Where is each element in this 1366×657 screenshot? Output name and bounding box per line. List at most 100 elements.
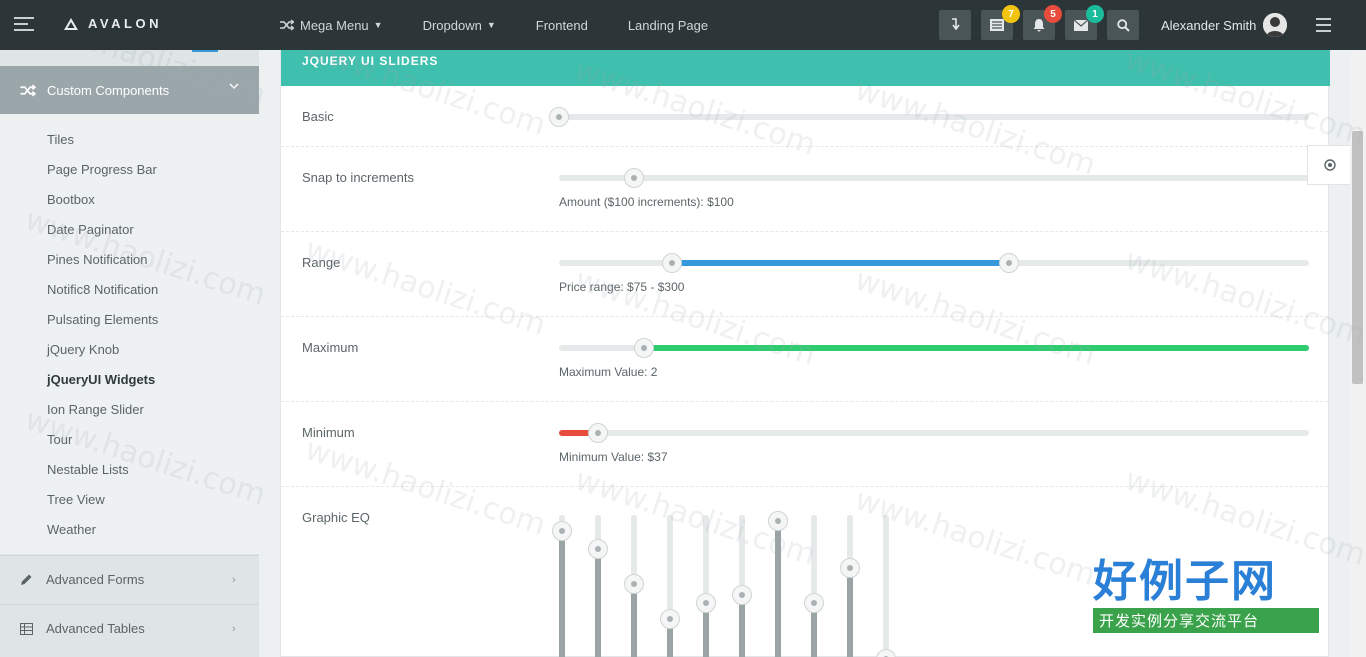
submenu-item-date-paginator[interactable]: Date Paginator (47, 222, 134, 237)
envelope-icon (1074, 19, 1088, 31)
tasks-icon (990, 19, 1004, 31)
watermark-brand-small: 开发实例分享交流平台 (1093, 608, 1319, 633)
menu-mega-menu[interactable]: Mega Menu ▼ (280, 18, 383, 33)
minimum-caption: Minimum Value: $37 (559, 450, 668, 464)
tasks-button[interactable]: 7 (981, 5, 1020, 40)
submenu-item-tiles[interactable]: Tiles (47, 132, 74, 147)
menu-landing-page[interactable]: Landing Page (628, 18, 708, 33)
range-slider-row: Range Price range: $75 - $300 (281, 232, 1328, 317)
eq-label: Graphic EQ (302, 510, 370, 525)
eq-slider-handle[interactable] (804, 593, 824, 613)
top-menu: Mega Menu ▼ Dropdown ▼ Frontend Landing Pa… (280, 0, 748, 50)
avatar (1263, 13, 1288, 37)
eq-slider-handle[interactable] (768, 511, 788, 532)
search-button[interactable] (1107, 10, 1139, 40)
basic-slider-row: Basic (281, 86, 1328, 147)
eq-slider-3[interactable] (624, 515, 644, 657)
eq-slider-4[interactable] (660, 515, 680, 657)
eq-slider-1[interactable] (552, 515, 572, 657)
menu-dropdown[interactable]: Dropdown ▼ (423, 18, 496, 33)
eq-slider-5[interactable] (696, 515, 716, 657)
sidebar-item-advanced-forms[interactable]: Advanced Forms › (0, 555, 259, 603)
submenu-item-page-progress-bar[interactable]: Page Progress Bar (47, 162, 157, 177)
nav-icon-group: 7 5 1 (939, 5, 1149, 40)
submenu-item-tour[interactable]: Tour (47, 432, 72, 447)
eq-slider-handle[interactable] (624, 573, 644, 594)
submenu-item-weather[interactable]: Weather (47, 522, 96, 537)
brand-logo[interactable]: AVALON (64, 16, 162, 31)
search-icon (1116, 18, 1130, 32)
submenu-item-ion-range-slider[interactable]: Ion Range Slider (47, 402, 144, 417)
snap-caption: Amount ($100 increments): $100 (559, 195, 734, 209)
eq-slider-handle[interactable] (588, 538, 608, 559)
eq-slider-10[interactable] (876, 515, 896, 657)
range-label: Range (302, 255, 341, 270)
chevron-down-icon: ▼ (373, 20, 383, 30)
range-slider-track[interactable] (559, 253, 1309, 273)
menu-toggle-icon[interactable] (14, 17, 34, 33)
eq-slider-7[interactable] (768, 511, 788, 657)
submenu-item-jqueryui-widgets[interactable]: jQueryUI Widgets (47, 372, 155, 387)
user-avatar-icon (1263, 13, 1288, 37)
page-scrollbar-thumb[interactable] (1352, 131, 1363, 384)
menu-frontend[interactable]: Frontend (536, 18, 588, 33)
maximum-slider-track[interactable] (559, 338, 1309, 358)
eq-slider-9[interactable] (840, 515, 860, 657)
settings-tab[interactable] (1307, 145, 1351, 185)
eq-slider-fill (631, 583, 637, 657)
messages-badge: 1 (1086, 5, 1104, 23)
table-icon (20, 622, 33, 635)
minimum-slider-track[interactable] (559, 423, 1309, 443)
eq-slider-handle[interactable] (840, 557, 860, 578)
graphic-eq (552, 511, 919, 657)
eq-slider-2[interactable] (588, 515, 608, 657)
maximum-slider-fill (643, 345, 1309, 351)
basic-slider-handle[interactable] (549, 107, 569, 127)
minimum-slider-row: Minimum Minimum Value: $37 (281, 402, 1328, 487)
snap-slider-track[interactable] (559, 168, 1309, 188)
submenu-item-tree-view[interactable]: Tree View (47, 492, 105, 507)
range-slider-handle-low[interactable] (661, 253, 682, 273)
avalon-logo-icon (64, 17, 78, 30)
right-panel-toggle-icon[interactable] (1316, 18, 1331, 36)
pencil-icon (21, 574, 32, 585)
basic-label: Basic (302, 109, 334, 124)
maximum-slider-handle[interactable] (633, 338, 654, 358)
submenu-item-notific8-notification[interactable]: Notific8 Notification (47, 282, 158, 297)
eq-slider-6[interactable] (732, 515, 752, 657)
submenu-item-bootbox[interactable]: Bootbox (47, 192, 95, 207)
sidebar-item-advanced-tables[interactable]: Advanced Tables › (0, 604, 259, 652)
eq-slider-handle[interactable] (660, 609, 680, 629)
eq-slider-fill (847, 567, 853, 657)
messages-button[interactable]: 1 (1065, 5, 1104, 40)
submenu-item-nestable-lists[interactable]: Nestable Lists (47, 462, 129, 477)
submenu: Tiles Page Progress Bar Bootbox Date Pag… (0, 114, 259, 554)
snap-slider-row: Snap to increments Amount ($100 incremen… (281, 147, 1328, 232)
chevron-down-icon (229, 83, 239, 89)
eq-slider-handle[interactable] (876, 649, 896, 657)
shuffle-icon (20, 83, 36, 97)
eq-slider-8[interactable] (804, 515, 824, 657)
notifications-button[interactable]: 5 (1023, 5, 1062, 40)
snap-label: Snap to increments (302, 170, 415, 185)
user-menu[interactable]: Alexander Smith (1161, 0, 1288, 50)
submenu-item-pines-notification[interactable]: Pines Notification (47, 252, 147, 267)
chevron-down-icon: ▼ (486, 20, 496, 30)
maximum-caption: Maximum Value: 2 (559, 365, 658, 379)
submenu-item-pulsating-elements[interactable]: Pulsating Elements (47, 312, 158, 327)
eq-slider-handle[interactable] (696, 593, 716, 613)
eq-slider-handle[interactable] (732, 585, 752, 605)
chevron-right-icon: › (232, 573, 236, 586)
range-slider-handle-high[interactable] (999, 253, 1019, 273)
minimum-slider-handle[interactable] (588, 423, 608, 443)
tasks-badge: 7 (1002, 5, 1020, 23)
sidebar-item-custom-components[interactable]: Custom Components (0, 66, 259, 114)
submenu-item-jquery-knob[interactable]: jQuery Knob (47, 342, 119, 357)
download-button[interactable] (939, 10, 971, 40)
snap-slider-handle[interactable] (624, 168, 644, 188)
basic-slider-track[interactable] (549, 107, 1309, 127)
watermark-brand: 好例子网 开发实例分享交流平台 (1093, 558, 1319, 633)
minimum-label: Minimum (302, 425, 355, 440)
eq-slider-handle[interactable] (552, 521, 572, 541)
sidebar: Custom Components Tiles Page Progress Ba… (0, 50, 259, 657)
